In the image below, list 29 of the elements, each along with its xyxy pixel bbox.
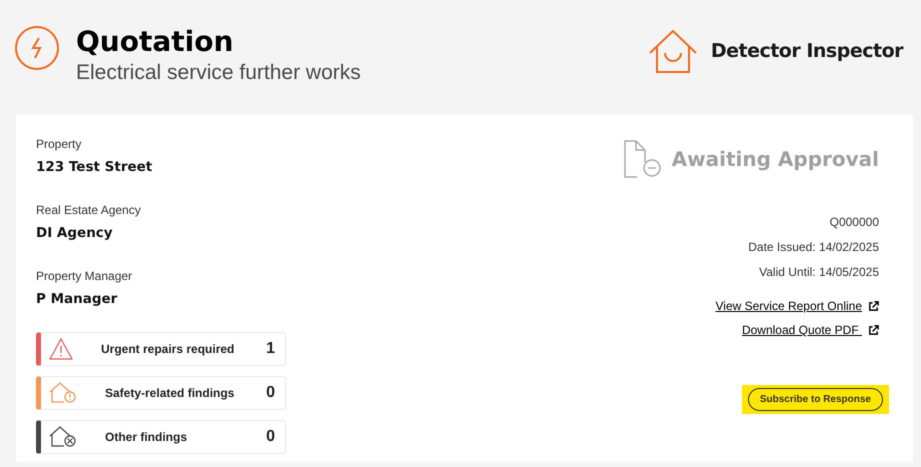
finding-label: Other findings [105,430,188,444]
quote-meta: Valid Until: 14/05/2025 [759,265,879,279]
page-subtitle: Electrical service further works [76,60,361,84]
external-link-icon [868,324,879,336]
finding-count: 1 [266,340,275,358]
detail-value: P Manager [36,291,118,307]
detail-value: DI Agency [36,225,114,241]
finding-count: 0 [266,384,275,402]
subscribe-button[interactable]: Subscribe to Response [748,388,883,411]
document-link[interactable]: View Service Report Online [715,299,879,313]
status-text: Awaiting Approval [672,147,879,171]
external-link-icon [868,300,879,312]
brand-name: Detector Inspector [710,40,903,62]
quote-meta: Date Issued: 14/02/2025 [748,240,879,254]
finding-label: Safety-related findings [105,386,236,400]
quote-meta: Q000000 [830,215,879,229]
page-title: Quotation [76,24,234,58]
detail-value: 123 Test Street [36,159,154,175]
lightning-icon [14,24,60,70]
finding-count: 0 [266,428,275,446]
detail-label: Property [36,137,82,151]
house-cross-icon [49,426,77,448]
detail-label: Real Estate Agency [36,203,142,217]
warning-icon [49,338,73,360]
detail-label: Property Manager [36,269,134,283]
finding-label: Urgent repairs required [101,342,236,356]
document-link[interactable]: Download Quote PDF [742,323,879,337]
house-alert-icon [49,382,77,404]
house-logo-icon [648,28,697,72]
